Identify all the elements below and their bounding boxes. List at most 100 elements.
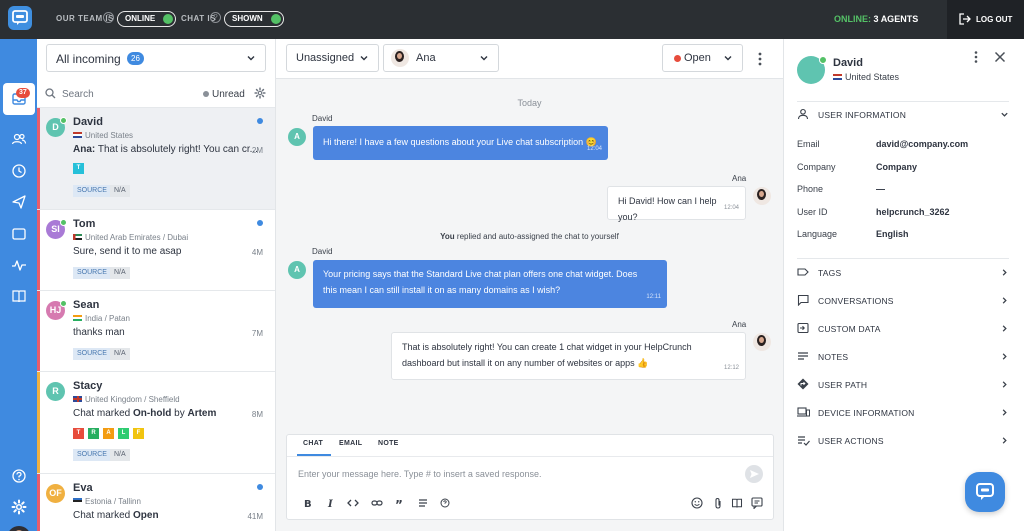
message-bubble: Hi David! How can I help you? 12:04 bbox=[607, 186, 746, 222]
india-flag-icon bbox=[73, 315, 82, 321]
chat-item-eva[interactable]: OF Eva Estonia / Tallinn Chat marked Ope… bbox=[37, 473, 275, 531]
settings-icon[interactable] bbox=[11, 499, 27, 515]
chat-item-sean[interactable]: HJ Sean India / Patan thanks man 7M SOUR… bbox=[37, 290, 275, 371]
team-online-toggle[interactable]: ONLINE bbox=[117, 11, 177, 27]
clock-icon[interactable] bbox=[11, 163, 27, 179]
contacts-icon[interactable] bbox=[11, 131, 27, 147]
user-path-icon bbox=[797, 378, 809, 390]
chevron-down-icon bbox=[360, 56, 368, 61]
chat-shown-toggle[interactable]: SHOWN bbox=[224, 11, 284, 27]
agent-avatar bbox=[753, 333, 771, 351]
tags-section[interactable]: TAGS bbox=[797, 263, 1009, 283]
chat-label: T bbox=[73, 163, 84, 174]
system-message: You replied and auto-assigned the chat t… bbox=[440, 232, 619, 241]
inbox-filter-dropdown[interactable]: All incoming 26 bbox=[46, 44, 266, 72]
inbox-unread-badge: 37 bbox=[16, 88, 30, 98]
logout-icon bbox=[959, 13, 971, 25]
message-bubble: Your pricing says that the Standard Live… bbox=[313, 260, 667, 308]
help-icon[interactable] bbox=[11, 468, 27, 484]
chevron-right-icon bbox=[1002, 437, 1007, 444]
close-icon[interactable] bbox=[994, 51, 1006, 63]
chat-widget-button[interactable] bbox=[965, 472, 1005, 512]
send-arrow-icon bbox=[750, 470, 759, 478]
book-icon[interactable] bbox=[11, 288, 27, 304]
conversation-panel: Unassigned Ana Open Today David A Hi the… bbox=[276, 39, 783, 531]
chat-help-icon[interactable]: ? bbox=[210, 12, 221, 23]
user-icon bbox=[797, 108, 809, 120]
contact-avatar: R bbox=[46, 382, 65, 401]
helpcrunch-logo-icon[interactable] bbox=[8, 6, 32, 30]
agent-dropdown[interactable]: Ana bbox=[383, 44, 499, 72]
custom-data-section[interactable]: CUSTOM DATA bbox=[797, 319, 1009, 339]
help-icon[interactable] bbox=[440, 498, 450, 508]
uae-flag-icon bbox=[73, 234, 82, 240]
tag-icon bbox=[797, 268, 809, 276]
unread-indicator bbox=[257, 220, 263, 226]
send-button[interactable] bbox=[745, 465, 763, 483]
agent-avatar[interactable] bbox=[7, 526, 31, 531]
chat-bubble-icon bbox=[976, 483, 994, 500]
quote-icon[interactable]: ” bbox=[395, 498, 405, 508]
assignee-dropdown[interactable]: Unassigned bbox=[286, 44, 379, 72]
contact-avatar bbox=[797, 56, 827, 84]
list-icon[interactable] bbox=[418, 498, 428, 508]
device-information-section[interactable]: DEVICE INFORMATION bbox=[797, 403, 1009, 423]
chevron-right-icon bbox=[1002, 297, 1007, 304]
unread-filter[interactable]: Unread bbox=[203, 89, 245, 100]
chat-item-stacy[interactable]: R Stacy United Kingdom / Sheffield Chat … bbox=[37, 371, 275, 473]
online-agents-status: ONLINE: 3 AGENTS bbox=[834, 14, 919, 24]
user-information-section[interactable]: USER INFORMATION bbox=[797, 105, 1009, 125]
contact-avatar: OF bbox=[46, 484, 65, 503]
chat-search-row: Search Unread bbox=[37, 82, 275, 107]
chevron-right-icon bbox=[1002, 269, 1007, 276]
send-icon[interactable] bbox=[11, 194, 27, 210]
contact-avatar: A bbox=[288, 261, 306, 279]
user-actions-section[interactable]: USER ACTIONS bbox=[797, 431, 1009, 451]
svg-text:I: I bbox=[327, 499, 333, 508]
device-icon bbox=[797, 407, 810, 417]
link-icon[interactable] bbox=[371, 498, 383, 508]
status-dot bbox=[674, 55, 681, 62]
chevron-right-icon bbox=[1002, 381, 1007, 388]
chat-item-tom[interactable]: SI Tom United Arab Emirates / Dubai Sure… bbox=[37, 209, 275, 290]
activity-icon[interactable] bbox=[11, 257, 27, 273]
chevron-down-icon bbox=[1001, 112, 1008, 117]
conversations-section[interactable]: CONVERSATIONS bbox=[797, 291, 1009, 311]
status-dropdown[interactable]: Open bbox=[662, 44, 743, 72]
message-input[interactable]: Enter your message here. Type # to inser… bbox=[298, 469, 541, 479]
notes-section[interactable]: NOTES bbox=[797, 347, 1009, 367]
filter-count-badge: 26 bbox=[127, 52, 144, 65]
message-bubble: Hi there! I have a few questions about y… bbox=[313, 126, 608, 160]
italic-icon[interactable]: I bbox=[326, 498, 336, 508]
chat-item-david[interactable]: D David United States Ana: That is absol… bbox=[37, 107, 275, 209]
emoji-icon[interactable] bbox=[691, 497, 703, 509]
search-input[interactable]: Search bbox=[62, 89, 94, 100]
source-value-tag: N/A bbox=[110, 348, 130, 360]
chat-label: R bbox=[88, 428, 99, 439]
more-options-icon[interactable] bbox=[757, 51, 763, 67]
us-flag-icon bbox=[833, 74, 842, 80]
source-value-tag: N/A bbox=[110, 267, 130, 279]
day-separator: Today bbox=[517, 98, 542, 108]
estonia-flag-icon bbox=[73, 498, 82, 504]
knowledge-base-icon[interactable] bbox=[731, 497, 743, 509]
team-help-icon[interactable]: ? bbox=[103, 12, 114, 23]
svg-text:B: B bbox=[304, 499, 312, 508]
code-icon[interactable] bbox=[347, 498, 359, 508]
us-flag-icon bbox=[73, 132, 82, 138]
unread-indicator bbox=[257, 484, 263, 490]
agent-avatar bbox=[753, 187, 771, 205]
saved-responses-icon[interactable] bbox=[751, 497, 763, 509]
more-options-icon[interactable] bbox=[973, 50, 979, 64]
attachment-icon[interactable] bbox=[713, 497, 723, 509]
bold-icon[interactable]: B bbox=[303, 498, 313, 508]
user-path-section[interactable]: USER PATH bbox=[797, 375, 1009, 395]
widget-icon[interactable] bbox=[11, 226, 27, 242]
contact-avatar: A bbox=[288, 128, 306, 146]
logout-button[interactable]: LOG OUT bbox=[947, 0, 1024, 39]
tab-chat[interactable]: CHAT bbox=[303, 440, 323, 447]
source-tag: SOURCE bbox=[73, 348, 111, 360]
tab-note[interactable]: NOTE bbox=[378, 440, 399, 447]
tab-email[interactable]: EMAIL bbox=[339, 440, 362, 447]
list-settings-gear-icon[interactable] bbox=[254, 87, 266, 99]
